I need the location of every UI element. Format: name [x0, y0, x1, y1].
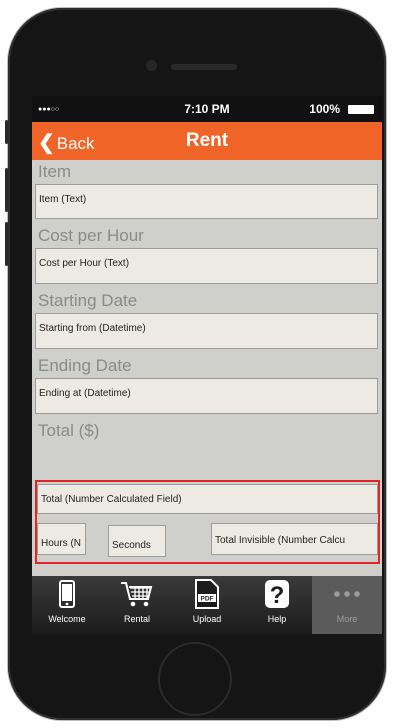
more-icon: [312, 576, 382, 612]
item-label: Item: [38, 162, 72, 181]
tab-more[interactable]: More: [312, 576, 382, 634]
phone-icon: [32, 576, 102, 612]
total-label: Total ($): [38, 421, 100, 440]
pdf-badge-text: PDF: [201, 596, 214, 603]
tab-welcome[interactable]: Welcome: [32, 576, 102, 634]
form-content: Item Item (Text) Cost per Hour Cost per …: [32, 160, 382, 443]
item-field[interactable]: Item (Text): [35, 184, 378, 219]
volume-down-button: [5, 222, 8, 266]
front-camera: [146, 60, 157, 71]
tab-upload[interactable]: PDF Upload: [172, 576, 242, 634]
tab-rental-label: Rental: [123, 614, 150, 624]
svg-text:?: ?: [270, 582, 285, 609]
cart-icon: [102, 576, 172, 612]
tab-welcome-label: Welcome: [48, 614, 86, 624]
app-screen: ●●●○○ 7:10 PM 100% ❮ Back Rent Item Item …: [32, 96, 382, 634]
status-bar: ●●●○○ 7:10 PM 100%: [32, 96, 382, 122]
tab-help[interactable]: ? Help: [242, 576, 312, 634]
nav-bar: ❮ Back Rent: [32, 122, 382, 160]
tab-bar: Welcome Rental PDF Upload ? Help More: [32, 576, 382, 634]
pdf-icon: PDF: [172, 576, 242, 612]
help-icon: ?: [242, 576, 312, 612]
cost-per-hour-field[interactable]: Cost per Hour (Text): [35, 248, 378, 284]
starting-date-field[interactable]: Starting from (Datetime): [35, 313, 378, 349]
mute-switch: [5, 120, 8, 144]
home-button[interactable]: [158, 642, 232, 716]
battery-icon: [348, 105, 374, 114]
seconds-field[interactable]: Seconds: [108, 525, 166, 557]
ending-date-field[interactable]: Ending at (Datetime): [35, 378, 378, 414]
tab-help-label: Help: [267, 614, 287, 624]
cost-label: Cost per Hour: [38, 226, 144, 245]
tab-more-label: More: [336, 614, 358, 624]
volume-up-button: [5, 168, 8, 212]
earpiece-speaker: [171, 64, 237, 70]
page-title: Rent: [185, 130, 229, 151]
total-field[interactable]: Total (Number Calculated Field): [37, 484, 378, 514]
starting-date-label: Starting Date: [38, 291, 138, 310]
total-invisible-field[interactable]: Total Invisible (Number Calcu: [211, 523, 378, 555]
battery-percent: 100%: [309, 102, 340, 116]
tab-upload-label: Upload: [192, 614, 222, 624]
ending-date-label: Ending Date: [38, 356, 132, 375]
hours-field[interactable]: Hours (N: [37, 523, 86, 555]
tab-rental[interactable]: Rental: [102, 576, 172, 634]
